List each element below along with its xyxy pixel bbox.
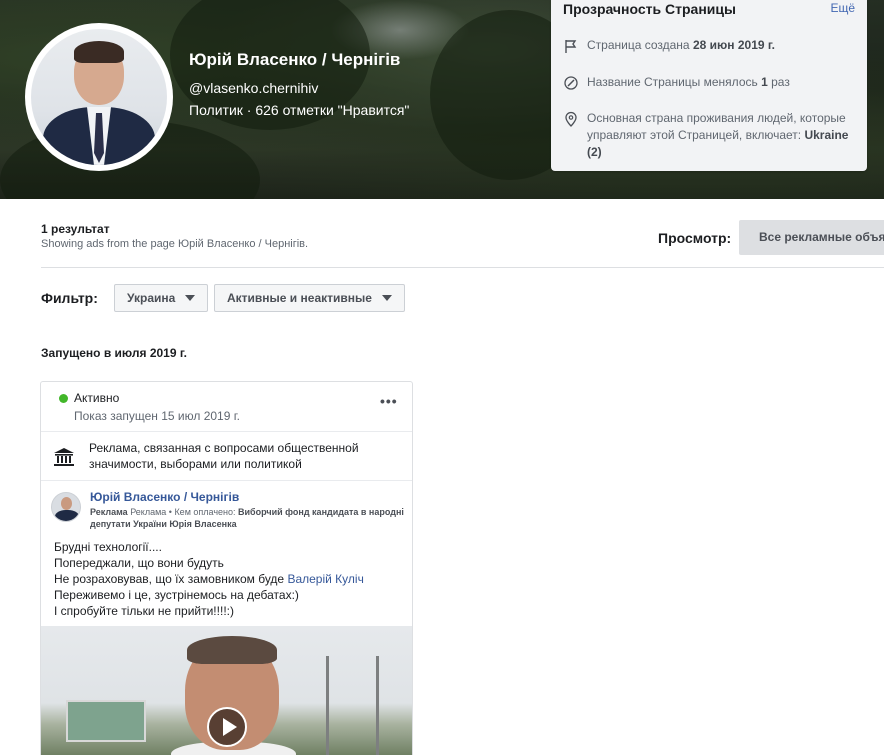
ad-video[interactable] [41, 626, 412, 755]
sponsored-disclaimer: Реклама Реклама • Кем оплачено: Виборчий… [90, 507, 404, 529]
see-more-link[interactable]: Ещё [830, 1, 855, 15]
results-subtitle: Showing ads from the page Юрій Власенко … [41, 238, 309, 250]
country-filter-dropdown[interactable]: Украина [114, 284, 209, 312]
ad-start-date: Показ запущен 15 июл 2019 г. [74, 409, 240, 423]
status-filter-value: Активные и неактивные [227, 291, 372, 305]
page-created-row: Страница создана 28 июн 2019 г. [563, 37, 859, 54]
post-author-avatar[interactable] [51, 492, 81, 522]
section-heading: Запущено в июля 2019 г. [41, 346, 187, 360]
divider [41, 431, 412, 432]
results-count: 1 результат [41, 222, 110, 236]
post-author-name[interactable]: Юрій Власенко / Чернігів [90, 490, 239, 504]
country-row: Основная страна проживания людей, которы… [563, 110, 859, 161]
profile-photo [31, 29, 167, 165]
location-pin-icon [563, 111, 579, 127]
government-building-icon [54, 448, 74, 466]
ad-category: Реклама, связанная с вопросами обществен… [89, 441, 359, 471]
status-filter-dropdown[interactable]: Активные и неактивные [214, 284, 405, 312]
page-title[interactable]: Юрій Власенко / Чернігів [189, 50, 400, 70]
post-text: Брудні технології.... Попереджали, що во… [54, 540, 364, 618]
transparency-title: Прозрачность Страницы [563, 1, 736, 17]
play-icon[interactable] [207, 707, 247, 747]
active-status-dot [59, 394, 68, 403]
page-meta: Политик · 626 отметки "Нравится" [189, 102, 410, 118]
flag-icon [563, 38, 579, 54]
mention-link[interactable]: Валерій Куліч [287, 572, 363, 586]
created-date: 28 июн 2019 г. [692, 38, 776, 52]
page-transparency-card: Прозрачность Страницы Ещё Страница созда… [551, 0, 867, 171]
billboard [66, 700, 146, 742]
country-filter-value: Украина [127, 291, 176, 305]
filter-label: Фильтр: [41, 290, 98, 306]
profile-picture[interactable] [25, 23, 173, 171]
name-changes-row: Название Страницы менялось 1 раз [563, 74, 859, 91]
caret-down-icon [185, 295, 196, 301]
ad-card: Активно Показ запущен 15 июл 2019 г. •••… [40, 381, 413, 755]
ad-status: Активно [74, 391, 120, 405]
pencil-icon [563, 75, 579, 91]
divider [41, 267, 884, 268]
view-all-ads-button[interactable]: Все рекламные объявления [739, 220, 884, 255]
divider [41, 480, 412, 481]
page-handle: @vlasenko.chernihiv [189, 80, 319, 96]
more-options-icon[interactable]: ••• [380, 394, 398, 408]
caret-down-icon [381, 295, 392, 301]
view-label: Просмотр: [658, 230, 732, 246]
